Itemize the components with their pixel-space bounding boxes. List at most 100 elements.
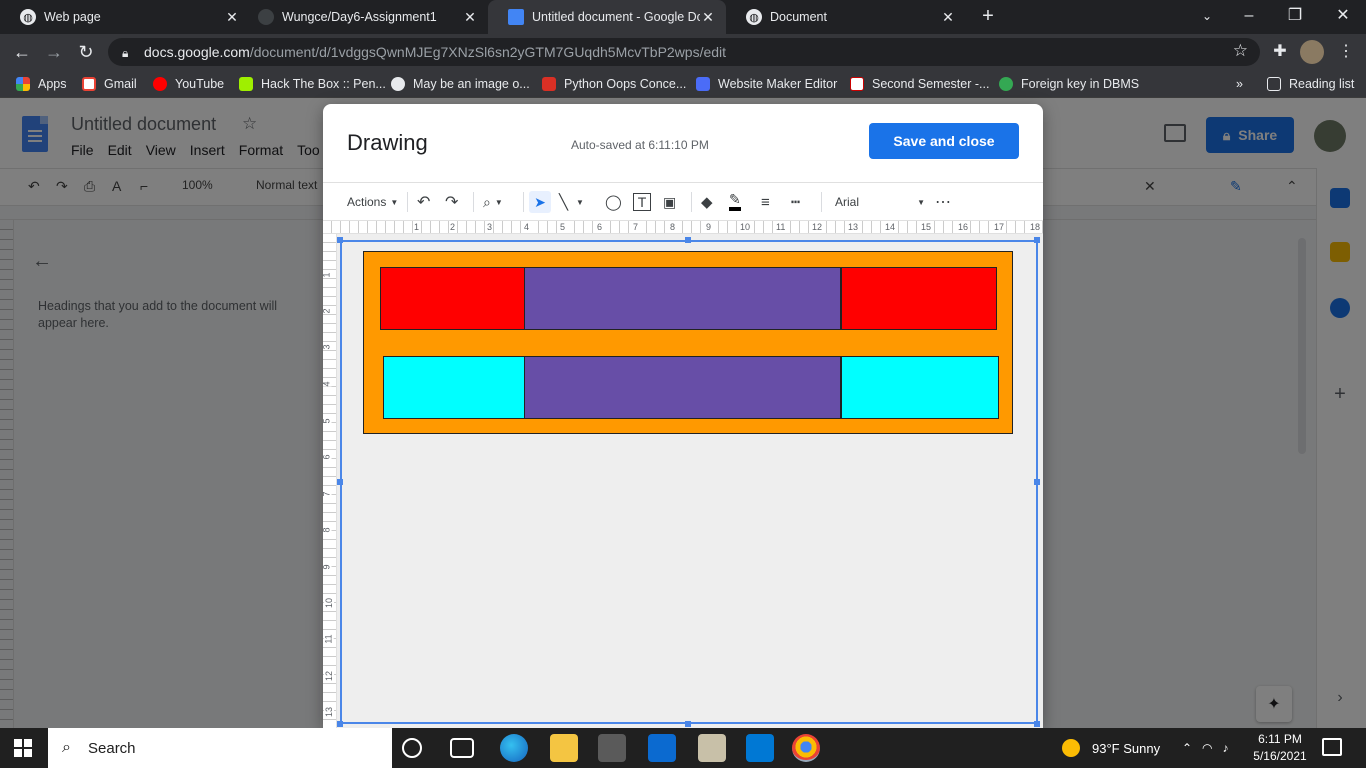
top-purple-rectangle[interactable] [524, 267, 841, 330]
clock-date: 5/16/2021 [1253, 749, 1307, 763]
ruler-tick-label: 11 [775, 221, 787, 233]
line-tool-icon[interactable]: ╲ ▼ [559, 191, 584, 213]
bottom-left-cyan-rectangle[interactable] [383, 356, 526, 419]
mail-icon[interactable] [648, 734, 676, 762]
border-color-icon[interactable]: ✎ [729, 191, 741, 211]
toolbar-divider [821, 192, 822, 212]
browser-tab-document[interactable]: ◍ Document ✕ [726, 0, 966, 34]
toolbar-divider [691, 192, 692, 212]
caret-down-icon: ▼ [390, 197, 399, 207]
bookmark-hackthebox[interactable]: Hack The Box :: Pen... [239, 75, 386, 93]
more-options-icon[interactable]: ⋯ [935, 191, 951, 213]
system-tray-icons[interactable]: ⌃◠♪ [1182, 728, 1239, 768]
top-right-red-rectangle[interactable] [841, 267, 997, 330]
forward-icon[interactable]: → [42, 40, 66, 64]
windows-start-icon[interactable] [14, 739, 32, 757]
more-bookmarks-button[interactable]: » [1236, 75, 1243, 93]
ruler-tick-label: 9 [705, 221, 713, 233]
bookmark-image[interactable]: May be an image o... [391, 75, 530, 93]
border-weight-icon[interactable]: ≡ [761, 191, 770, 213]
text-box-icon[interactable]: T [633, 193, 651, 211]
resize-handle[interactable] [685, 721, 691, 727]
more-menu-icon[interactable]: ⋮ [1334, 40, 1358, 64]
restore-button[interactable]: ❐ [1272, 0, 1318, 34]
bookmark-star-icon[interactable]: ☆ [1233, 41, 1248, 61]
new-tab-button[interactable]: + [976, 4, 1000, 28]
bookmark-second-semester[interactable]: Second Semester -... [850, 75, 989, 93]
actions-menu[interactable]: Actions ▼ [347, 191, 398, 213]
drawing-canvas[interactable] [337, 234, 1043, 728]
reading-list-icon [1267, 77, 1281, 91]
taskbar-search-box[interactable]: ⌕ Search [48, 728, 392, 768]
globe-icon: ◍ [20, 9, 36, 25]
bookmark-python-oops[interactable]: Python Oops Conce... [542, 75, 686, 93]
address-bar[interactable]: 🔒︎ docs.google.com /document/d/1vdggsQwn… [108, 38, 1260, 66]
ruler-tick-label: 2 [323, 308, 332, 314]
top-left-red-rectangle[interactable] [380, 267, 526, 330]
resize-handle[interactable] [1034, 237, 1040, 243]
task-view-icon[interactable] [450, 738, 474, 758]
resize-handle[interactable] [337, 479, 343, 485]
notification-icon[interactable] [1322, 738, 1342, 756]
chrome-icon[interactable] [792, 734, 820, 762]
tab-label: Web page [44, 10, 101, 24]
system-clock[interactable]: 6:11 PM 5/16/2021 [1250, 731, 1310, 765]
image-icon[interactable]: ▣ [663, 191, 676, 213]
select-cursor-icon[interactable]: ➤ [529, 191, 551, 213]
dialog-title: Drawing [347, 130, 428, 155]
reload-icon[interactable]: ↻ [74, 40, 98, 64]
bookmark-gmail[interactable]: Gmail [82, 75, 137, 93]
ruler-tick-label: 17 [993, 221, 1006, 233]
bookmark-website-maker[interactable]: Website Maker Editor [696, 75, 837, 93]
file-explorer-icon[interactable] [550, 734, 578, 762]
ruler-tick-label: 12 [811, 221, 824, 233]
resize-handle[interactable] [685, 237, 691, 243]
resize-handle[interactable] [337, 237, 343, 243]
resize-handle[interactable] [1034, 721, 1040, 727]
globe-icon: ◍ [746, 9, 762, 25]
ruler-tick-label: 10 [739, 221, 752, 233]
close-icon[interactable]: ✕ [940, 9, 956, 26]
ruler-tick-label: 11 [323, 634, 334, 644]
fill-color-icon[interactable]: ◆ [701, 191, 713, 213]
browser-tab-google-docs[interactable]: Untitled document - Google Docs ✕ [488, 0, 726, 34]
bookmark-label: Second Semester -... [872, 77, 990, 91]
save-and-close-button[interactable]: Save and close [869, 123, 1019, 159]
minimize-button[interactable]: – [1226, 0, 1272, 34]
bookmark-label: Apps [38, 77, 67, 91]
browser-tab-web-page[interactable]: ◍ Web page ✕ [0, 0, 250, 34]
bookmark-apps[interactable]: Apps [16, 75, 67, 93]
vscode-icon[interactable] [746, 734, 774, 762]
resize-handle[interactable] [1034, 479, 1040, 485]
edge-icon[interactable] [500, 734, 528, 762]
border-dash-icon[interactable]: ┅ [791, 191, 800, 213]
resize-handle[interactable] [337, 721, 343, 727]
store-icon[interactable] [598, 734, 626, 762]
close-icon[interactable]: ✕ [700, 9, 716, 26]
back-icon[interactable]: ← [10, 40, 34, 64]
site-icon [542, 77, 556, 91]
media-app-icon[interactable] [698, 734, 726, 762]
shape-tool-icon[interactable]: ◯ [605, 191, 622, 213]
ruler-tick-label: 10 [324, 597, 335, 609]
browser-tab-github[interactable]: Wungce/Day6-Assignment1 ✕ [238, 0, 488, 34]
ruler-tick-label: 1 [323, 272, 332, 278]
bottom-purple-rectangle[interactable] [524, 356, 841, 419]
cortana-icon[interactable] [402, 738, 422, 758]
reading-list-button[interactable]: Reading list [1267, 75, 1354, 93]
close-window-button[interactable]: ✕ [1320, 0, 1366, 34]
redo-icon[interactable]: ↷ [445, 191, 458, 213]
bookmark-youtube[interactable]: YouTube [153, 75, 224, 93]
weather-widget[interactable]: 93°F Sunny [1062, 728, 1160, 768]
bottom-right-cyan-rectangle[interactable] [841, 356, 999, 419]
tab-search-icon[interactable]: ⌄ [1184, 0, 1230, 34]
font-select[interactable]: Arial ▼ [835, 191, 925, 213]
close-icon[interactable]: ✕ [462, 9, 478, 26]
profile-avatar[interactable] [1300, 40, 1324, 64]
zoom-icon[interactable]: ⌕ ▼ [483, 191, 503, 213]
bookmark-foreign-key[interactable]: Foreign key in DBMS [999, 75, 1139, 93]
undo-icon[interactable]: ↶ [417, 191, 430, 213]
url-path: /document/d/1vdggsQwnMJEg7XNzSl6sn2yGTM7… [249, 44, 727, 60]
globe-icon [391, 77, 405, 91]
extensions-icon[interactable]: ✚ [1268, 40, 1292, 64]
